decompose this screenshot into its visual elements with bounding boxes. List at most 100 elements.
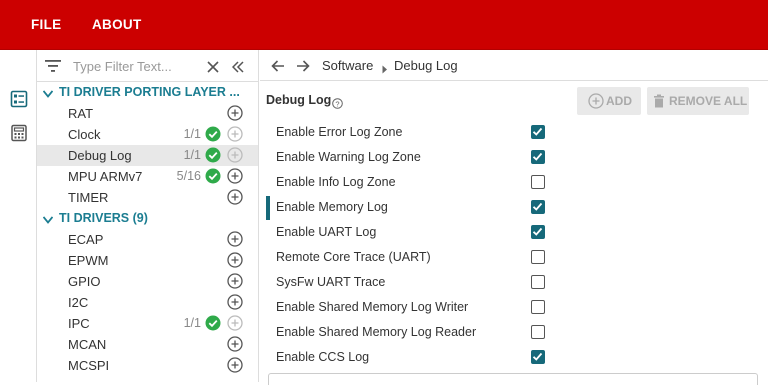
add-circle-icon[interactable] — [227, 189, 243, 208]
tree-group-label: TI DRIVER PORTING LAYER ... — [59, 85, 240, 99]
checkbox[interactable] — [531, 250, 545, 264]
checkbox[interactable] — [531, 150, 545, 164]
instance-count: 1/1 — [183, 316, 201, 330]
page-title: Debug Log — [266, 93, 332, 107]
checkbox[interactable] — [531, 175, 545, 189]
option-enable-error-log-zone: Enable Error Log Zone — [276, 120, 546, 145]
tree-item-timer[interactable]: TIMER — [37, 187, 258, 208]
help-icon[interactable]: ? — [332, 96, 343, 114]
tree-item-epwm[interactable]: EPWM — [37, 250, 258, 271]
add-circle-icon[interactable] — [227, 231, 243, 250]
option-label: SysFw UART Trace — [276, 275, 386, 289]
option-label: Remote Core Trace (UART) — [276, 250, 431, 264]
clear-filter-icon[interactable] — [207, 60, 219, 78]
add-circle-icon[interactable] — [227, 273, 243, 292]
tree-item-label: MCAN — [68, 337, 107, 352]
next-section-box — [268, 373, 758, 385]
back-arrow-icon[interactable] — [271, 59, 285, 77]
add-button[interactable]: ADD — [577, 87, 641, 115]
option-enable-ccs-log: Enable CCS Log — [276, 345, 546, 370]
tree-item-clock[interactable]: Clock 1/1 — [37, 124, 258, 145]
breadcrumb-software[interactable]: Software — [322, 58, 373, 73]
add-circle-icon-disabled — [227, 126, 243, 145]
instance-count: 5/16 — [176, 169, 201, 183]
checkmark-icon — [532, 352, 543, 361]
add-circle-icon[interactable] — [227, 357, 243, 376]
about-menu[interactable]: ABOUT — [92, 17, 142, 32]
tree-item-rat[interactable]: RAT — [37, 103, 258, 124]
checkmark-icon — [532, 152, 543, 161]
tree-item-label: IPC — [68, 316, 90, 331]
checkbox[interactable] — [531, 350, 545, 364]
checkbox[interactable] — [531, 325, 545, 339]
tree-item-debug-log[interactable]: Debug Log 1/1 — [37, 145, 258, 166]
checkmark-icon — [532, 227, 543, 236]
trash-icon — [651, 93, 667, 112]
checkbox[interactable] — [531, 300, 545, 314]
option-enable-uart-log: Enable UART Log — [276, 220, 546, 245]
top-menu-bar: FILE ABOUT — [0, 0, 768, 50]
add-circle-icon[interactable] — [227, 252, 243, 271]
checkmark-icon — [532, 202, 543, 211]
tree-item-ecap[interactable]: ECAP — [37, 229, 258, 250]
option-label: Enable Shared Memory Log Reader — [276, 325, 477, 339]
option-sysfw-uart-trace: SysFw UART Trace — [276, 270, 546, 295]
add-circle-icon-disabled — [227, 315, 243, 334]
module-tree-panel: Type Filter Text... TI DRIVER PORTING LA… — [37, 50, 259, 382]
tree-item-gpio[interactable]: GPIO — [37, 271, 258, 292]
instance-count: 1/1 — [183, 127, 201, 141]
check-circle-icon — [205, 126, 221, 145]
tree-item-label: Clock — [68, 127, 101, 142]
option-label: Enable Warning Log Zone — [276, 150, 421, 164]
add-circle-icon — [588, 93, 604, 112]
remove-all-button[interactable]: REMOVE ALL — [647, 87, 749, 115]
tree-item-i2c[interactable]: I2C — [37, 292, 258, 313]
tree-group-label: TI DRIVERS (9) — [59, 211, 148, 225]
file-menu[interactable]: FILE — [31, 17, 61, 32]
checkbox[interactable] — [531, 275, 545, 289]
tree-group-porting-layer[interactable]: TI DRIVER PORTING LAYER ... — [37, 82, 258, 103]
remove-all-button-label: REMOVE ALL — [669, 94, 748, 108]
tree-item-ipc[interactable]: IPC 1/1 — [37, 313, 258, 334]
svg-text:?: ? — [335, 99, 339, 108]
calculator-icon[interactable] — [10, 124, 28, 142]
active-row-marker — [266, 196, 270, 220]
check-circle-icon — [205, 147, 221, 166]
module-list-icon[interactable] — [10, 90, 28, 108]
filter-input[interactable]: Type Filter Text... — [73, 59, 172, 74]
tree-item-label: ECAP — [68, 232, 104, 247]
add-circle-icon[interactable] — [227, 105, 243, 124]
breadcrumb-debug-log: Debug Log — [394, 58, 458, 73]
tree-group-ti-drivers[interactable]: TI DRIVERS (9) — [37, 208, 258, 229]
option-enable-memory-log: Enable Memory Log — [276, 195, 546, 220]
option-remote-core-trace: Remote Core Trace (UART) — [276, 245, 546, 270]
checkbox[interactable] — [531, 200, 545, 214]
tree-item-label: GPIO — [68, 274, 101, 289]
add-circle-icon[interactable] — [227, 336, 243, 355]
left-rail — [0, 50, 37, 382]
checkbox[interactable] — [531, 225, 545, 239]
tree-item-label: MPU ARMv7 — [68, 169, 143, 184]
option-label: Enable Info Log Zone — [276, 175, 396, 189]
filter-bar: Type Filter Text... — [37, 50, 259, 82]
tree-item-mcspi[interactable]: MCSPI — [37, 355, 258, 376]
add-circle-icon[interactable] — [227, 168, 243, 187]
collapse-all-icon[interactable] — [231, 60, 244, 78]
checkbox[interactable] — [531, 125, 545, 139]
option-enable-warning-log-zone: Enable Warning Log Zone — [276, 145, 546, 170]
tree-item-label: TIMER — [68, 190, 109, 205]
option-enable-info-log-zone: Enable Info Log Zone — [276, 170, 546, 195]
add-button-label: ADD — [606, 94, 632, 108]
option-label: Enable Memory Log — [276, 200, 388, 214]
tree-item-label: MCSPI — [68, 358, 110, 373]
checkmark-icon — [532, 127, 543, 136]
tree-item-mpu-armv7[interactable]: MPU ARMv7 5/16 — [37, 166, 258, 187]
tree-item-mcan[interactable]: MCAN — [37, 334, 258, 355]
forward-arrow-icon[interactable] — [296, 59, 310, 77]
check-circle-icon — [205, 315, 221, 334]
main-panel: Software Debug Log Debug Log ? ADD REMOV… — [260, 50, 768, 385]
instance-count: 1/1 — [183, 148, 201, 162]
add-circle-icon[interactable] — [227, 294, 243, 313]
caret-right-icon — [382, 61, 388, 79]
option-label: Enable Shared Memory Log Writer — [276, 300, 469, 314]
